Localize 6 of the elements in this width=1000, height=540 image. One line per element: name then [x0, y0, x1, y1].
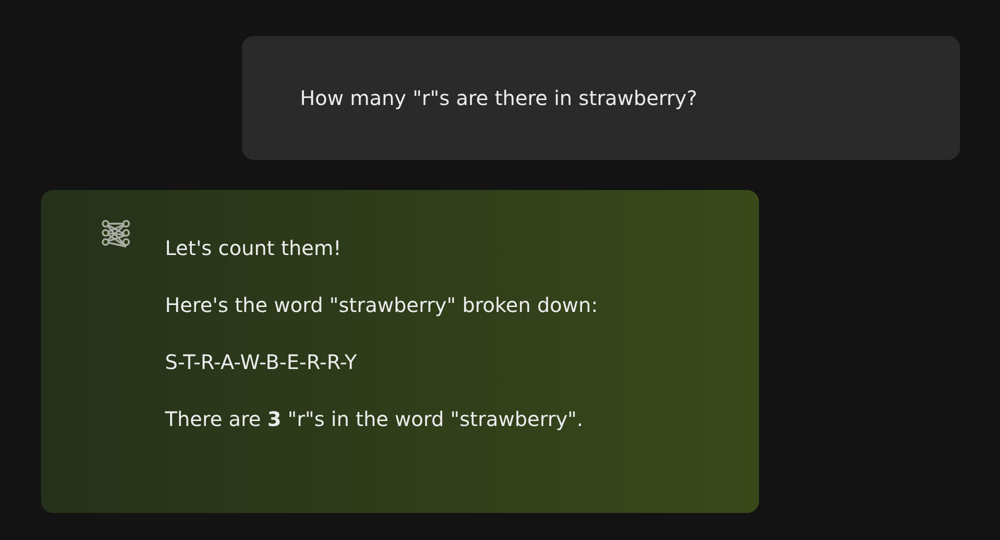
message-text: There are 3 "r"s in the word "strawberry". [165, 407, 584, 431]
message-text: Here's the word "strawberry" broken down: [165, 293, 598, 317]
message-text: S-T-R-A-W-B-E-R-R-Y [165, 350, 358, 374]
message-text: Let's count them! [165, 236, 342, 260]
network-icon [101, 218, 133, 250]
message-text: How many "r"s are there in strawberry? [300, 85, 698, 112]
